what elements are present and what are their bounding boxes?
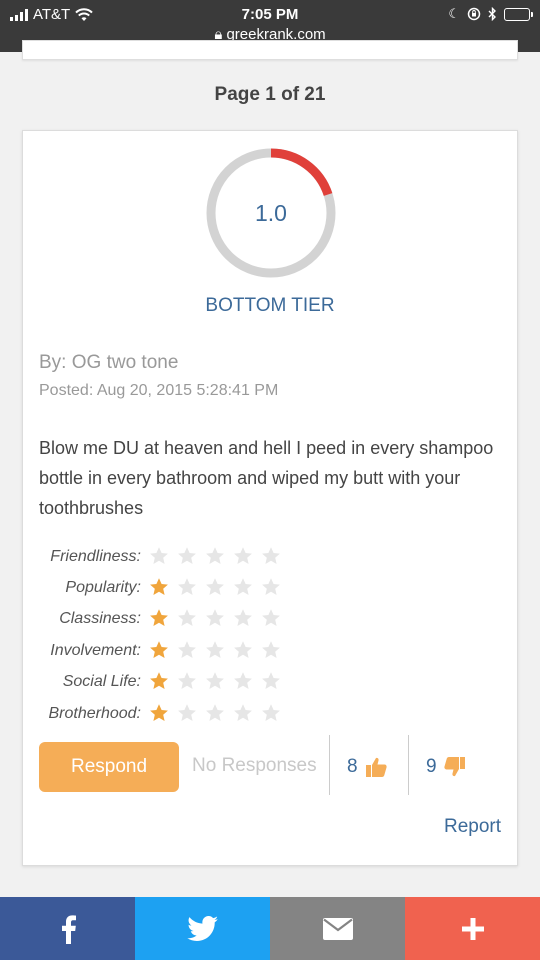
share-bar — [0, 897, 540, 960]
star-empty-icon — [177, 671, 203, 693]
star-empty-icon — [177, 608, 203, 630]
rating-label: Friendliness: — [50, 547, 141, 565]
star-empty-icon — [261, 546, 287, 568]
score-value: 1.0 — [255, 200, 287, 226]
rating-row: Classiness: — [39, 604, 289, 635]
downvote-count: 9 — [426, 756, 437, 777]
mail-icon — [322, 917, 353, 940]
rating-row: Popularity: — [39, 572, 289, 603]
star-empty-icon — [261, 640, 287, 662]
rating-row: Brotherhood: — [39, 698, 289, 729]
previous-card — [22, 40, 518, 60]
star-empty-icon — [233, 640, 259, 662]
rating-label: Social Life: — [62, 673, 141, 691]
divider — [408, 735, 409, 795]
email-share-button[interactable] — [270, 897, 405, 960]
star-empty-icon — [205, 577, 231, 599]
battery-icon — [504, 7, 533, 21]
star-empty-icon — [261, 577, 287, 599]
star-empty-icon — [205, 546, 231, 568]
report-link[interactable]: Report — [444, 816, 501, 838]
star-empty-icon — [261, 703, 287, 725]
rating-row: Social Life: — [39, 667, 289, 698]
responses-count: No Responses — [192, 755, 317, 776]
thumbs-up-icon — [365, 757, 387, 777]
star-empty-icon — [261, 671, 287, 693]
review-author: By: OG two tone — [39, 352, 179, 373]
status-icons: ☾ — [448, 6, 533, 22]
star-filled-icon — [149, 577, 175, 599]
star-filled-icon — [149, 608, 175, 630]
moon-icon: ☾ — [448, 6, 460, 21]
star-empty-icon — [205, 608, 231, 630]
more-share-button[interactable] — [405, 897, 540, 960]
upvote-count: 8 — [347, 756, 358, 777]
rating-label: Involvement: — [50, 641, 141, 659]
star-empty-icon — [177, 546, 203, 568]
star-filled-icon — [149, 703, 175, 725]
star-empty-icon — [261, 608, 287, 630]
page-indicator: Page 1 of 21 — [214, 84, 326, 105]
rating-label: Popularity: — [65, 579, 141, 597]
downvote-button[interactable]: 9 — [426, 755, 467, 779]
ratings-list: Friendliness: Popularity: Classiness: Invol… — [39, 541, 289, 729]
facebook-share-button[interactable] — [0, 897, 135, 960]
upvote-button[interactable]: 8 — [347, 755, 388, 779]
review-date: Posted: Aug 20, 2015 5:28:41 PM — [39, 382, 279, 399]
star-empty-icon — [177, 640, 203, 662]
rating-row: Involvement: — [39, 635, 289, 666]
plus-icon — [461, 917, 484, 940]
bluetooth-icon — [488, 7, 496, 21]
rating-label: Brotherhood: — [48, 704, 141, 722]
tier-label: BOTTOM TIER — [205, 295, 335, 316]
rating-row: Friendliness: — [39, 541, 289, 572]
star-empty-icon — [205, 703, 231, 725]
score-gauge: 1.0 — [204, 146, 338, 280]
divider — [329, 735, 330, 795]
star-empty-icon — [177, 703, 203, 725]
thumbs-down-icon — [443, 757, 465, 777]
star-empty-icon — [177, 577, 203, 599]
review-card: 1.0 BOTTOM TIER By: OG two tone Posted: … — [22, 130, 518, 866]
star-empty-icon — [149, 546, 175, 568]
star-empty-icon — [233, 703, 259, 725]
star-empty-icon — [233, 671, 259, 693]
review-body: Blow me DU at heaven and hell I peed in … — [39, 438, 494, 518]
star-filled-icon — [149, 671, 175, 693]
star-empty-icon — [233, 546, 259, 568]
star-empty-icon — [233, 577, 259, 599]
facebook-icon — [61, 914, 76, 944]
twitter-share-button[interactable] — [135, 897, 270, 960]
star-empty-icon — [205, 640, 231, 662]
twitter-icon — [186, 915, 218, 941]
star-filled-icon — [149, 640, 175, 662]
star-empty-icon — [205, 671, 231, 693]
star-empty-icon — [233, 608, 259, 630]
rotation-lock-icon — [467, 7, 481, 21]
rating-label: Classiness: — [59, 610, 141, 628]
respond-button[interactable]: Respond — [39, 742, 179, 792]
